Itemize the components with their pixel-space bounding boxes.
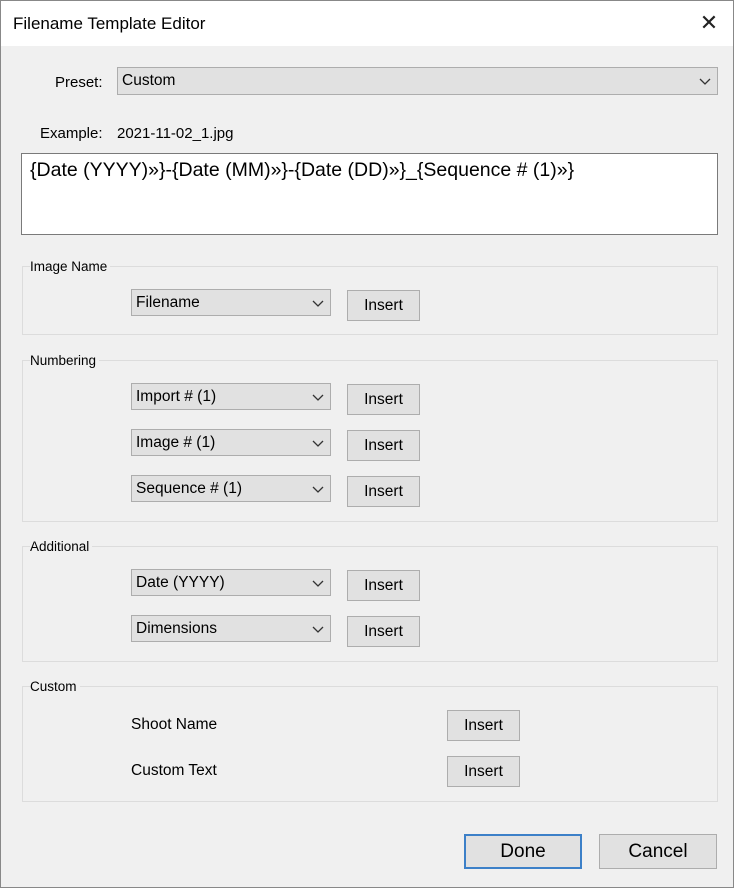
title-bar: Filename Template Editor ✕ [1,1,733,46]
date-select[interactable]: Date (YYYY) [131,569,331,596]
shoot-name-label: Shoot Name [131,716,218,733]
custom-text-insert-button[interactable]: Insert [447,756,520,787]
custom-text-label: Custom Text [131,762,217,779]
numbering-group-label: Numbering [30,353,100,368]
additional-group-label: Additional [30,539,93,554]
dimensions-select-value: Dimensions [136,620,217,637]
image-number-select[interactable]: Image # (1) [131,429,331,456]
chevron-down-icon [312,486,324,493]
dimensions-select[interactable]: Dimensions [131,615,331,642]
chevron-down-icon [312,300,324,307]
custom-group-label: Custom [30,679,80,694]
example-label: Example: [40,125,103,142]
chevron-down-icon [312,440,324,447]
shoot-name-insert-button[interactable]: Insert [447,710,520,741]
template-text-field[interactable]: {Date (YYYY)»}-{Date (MM)»}-{Date (DD)»}… [21,153,718,235]
template-text: {Date (YYYY)»}-{Date (MM)»}-{Date (DD)»}… [30,159,575,181]
sequence-number-insert-button[interactable]: Insert [347,476,420,507]
image-name-select[interactable]: Filename [131,289,331,316]
image-number-select-value: Image # (1) [136,434,216,451]
chevron-down-icon [312,626,324,633]
done-button[interactable]: Done [464,834,582,869]
image-name-insert-button[interactable]: Insert [347,290,420,321]
image-name-select-value: Filename [136,294,200,311]
custom-group [22,686,718,802]
import-number-insert-button[interactable]: Insert [347,384,420,415]
window-title: Filename Template Editor [13,14,206,33]
chevron-down-icon [312,580,324,587]
chevron-down-icon [312,394,324,401]
image-number-insert-button[interactable]: Insert [347,430,420,461]
preset-label: Preset: [55,74,103,91]
date-select-value: Date (YYYY) [136,574,225,591]
filename-template-editor-dialog: Filename Template Editor ✕ Preset: Custo… [0,0,734,888]
preset-select[interactable]: Custom [117,67,718,95]
sequence-number-select[interactable]: Sequence # (1) [131,475,331,502]
import-number-select-value: Import # (1) [136,388,217,405]
date-insert-button[interactable]: Insert [347,570,420,601]
sequence-number-select-value: Sequence # (1) [136,480,242,497]
preset-value: Custom [122,72,176,89]
image-name-group-label: Image Name [30,259,111,274]
close-icon[interactable]: ✕ [698,11,720,35]
chevron-down-icon [699,78,711,85]
dimensions-insert-button[interactable]: Insert [347,616,420,647]
import-number-select[interactable]: Import # (1) [131,383,331,410]
cancel-button[interactable]: Cancel [599,834,717,869]
example-value: 2021-11-02_1.jpg [117,125,234,142]
